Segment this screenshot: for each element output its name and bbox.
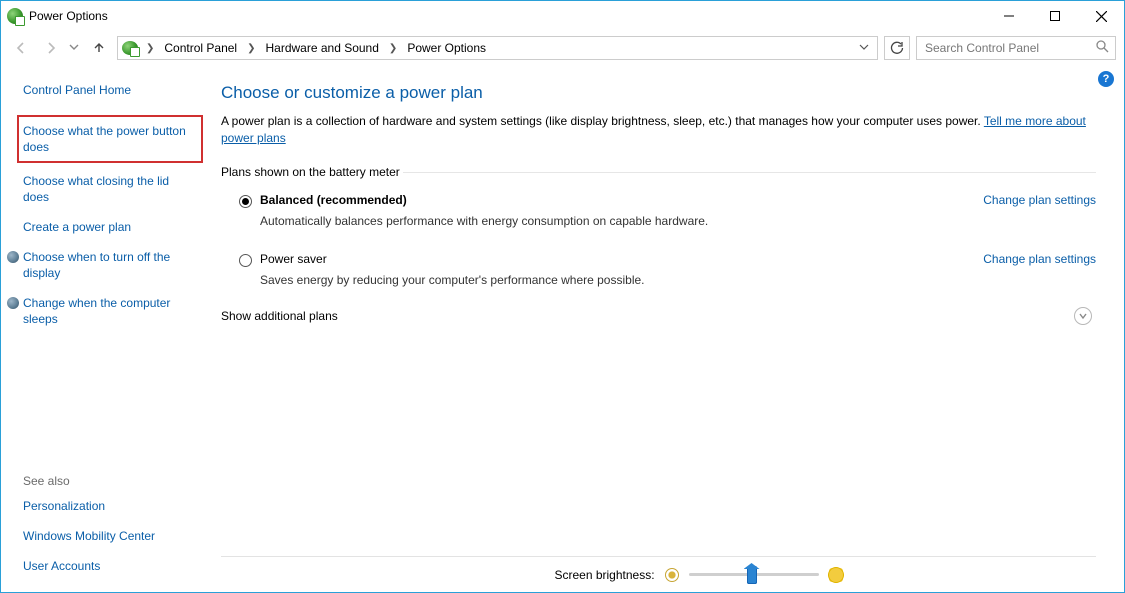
nav-forward-button[interactable]	[39, 36, 63, 60]
plans-group-label: Plans shown on the battery meter	[221, 165, 1096, 179]
power-options-window: Power Options ❯	[0, 0, 1125, 593]
search-box[interactable]	[916, 36, 1116, 60]
nav-up-button[interactable]	[87, 36, 111, 60]
breadcrumb-hardware-and-sound[interactable]: Hardware and Sound	[264, 41, 381, 55]
plan-power-saver-radio[interactable]	[239, 254, 252, 267]
plan-power-saver: Power saver Change plan settings Saves e…	[221, 248, 1096, 287]
page-intro: A power plan is a collection of hardware…	[221, 113, 1096, 147]
sidebar-link-label: Choose when to turn off the display	[23, 249, 197, 281]
page-heading: Choose or customize a power plan	[221, 83, 1096, 103]
footer: Screen brightness:	[221, 556, 1096, 592]
intro-text: A power plan is a collection of hardware…	[221, 114, 984, 128]
maximize-button[interactable]	[1032, 1, 1078, 31]
search-icon	[1096, 40, 1109, 56]
show-additional-plans-row[interactable]: Show additional plans	[221, 307, 1096, 325]
toolbar: ❯ Control Panel ❯ Hardware and Sound ❯ P…	[1, 31, 1124, 65]
see-also-mobility-center[interactable]: Windows Mobility Center	[23, 528, 203, 544]
see-also-user-accounts[interactable]: User Accounts	[23, 558, 203, 574]
sun-bright-icon	[829, 568, 843, 582]
sleep-icon	[7, 297, 19, 309]
content: Choose or customize a power plan A power…	[211, 65, 1124, 592]
sidebar-link-power-button[interactable]: Choose what the power button does	[17, 115, 203, 163]
plan-balanced: Balanced (recommended) Change plan setti…	[221, 189, 1096, 228]
show-additional-plans-label: Show additional plans	[221, 309, 338, 323]
sidebar-link-computer-sleeps[interactable]: Change when the computer sleeps	[7, 295, 203, 327]
plan-balanced-change-link[interactable]: Change plan settings	[983, 193, 1096, 207]
power-options-icon	[7, 8, 23, 24]
breadcrumb-control-panel[interactable]: Control Panel	[162, 41, 239, 55]
brightness-slider[interactable]	[689, 573, 819, 576]
recent-locations-button[interactable]	[69, 41, 81, 55]
plan-power-saver-desc: Saves energy by reducing your computer's…	[221, 273, 1096, 287]
brightness-slider-thumb[interactable]	[747, 566, 757, 584]
see-also-section: See also Personalization Windows Mobilit…	[23, 474, 203, 582]
body: ? Control Panel Home Choose what the pow…	[1, 65, 1124, 592]
search-input[interactable]	[923, 40, 1083, 56]
minimize-button[interactable]	[986, 1, 1032, 31]
breadcrumb-power-options[interactable]: Power Options	[405, 41, 488, 55]
refresh-button[interactable]	[884, 36, 910, 60]
nav-back-button[interactable]	[9, 36, 33, 60]
address-dropdown-button[interactable]	[855, 41, 873, 55]
brightness-label: Screen brightness:	[554, 568, 654, 582]
sidebar-link-turn-off-display[interactable]: Choose when to turn off the display	[7, 249, 203, 281]
plan-power-saver-change-link[interactable]: Change plan settings	[983, 252, 1096, 266]
see-also-heading: See also	[23, 474, 203, 488]
display-off-icon	[7, 251, 19, 263]
control-panel-home-link[interactable]: Control Panel Home	[23, 83, 203, 97]
chevron-right-icon[interactable]: ❯	[142, 43, 158, 54]
sidebar-link-label: Change when the computer sleeps	[23, 295, 197, 327]
address-icon	[122, 41, 138, 55]
plan-balanced-radio[interactable]	[239, 195, 252, 208]
chevron-right-icon[interactable]: ❯	[385, 43, 401, 54]
address-bar[interactable]: ❯ Control Panel ❯ Hardware and Sound ❯ P…	[117, 36, 878, 60]
sidebar: Control Panel Home Choose what the power…	[1, 65, 211, 592]
chevron-down-icon[interactable]	[1074, 307, 1092, 325]
close-button[interactable]	[1078, 1, 1124, 31]
plan-balanced-name[interactable]: Balanced (recommended)	[260, 193, 407, 207]
see-also-personalization[interactable]: Personalization	[23, 498, 203, 514]
sun-dim-icon	[665, 568, 679, 582]
window-title: Power Options	[29, 9, 108, 23]
sidebar-link-create-plan[interactable]: Create a power plan	[23, 219, 203, 235]
window-controls	[986, 1, 1124, 31]
titlebar: Power Options	[1, 1, 1124, 31]
chevron-right-icon[interactable]: ❯	[243, 43, 259, 54]
plan-power-saver-name[interactable]: Power saver	[260, 252, 327, 266]
sidebar-link-closing-lid[interactable]: Choose what closing the lid does	[23, 173, 203, 205]
plan-balanced-desc: Automatically balances performance with …	[221, 214, 1096, 228]
titlebar-left: Power Options	[7, 8, 108, 24]
